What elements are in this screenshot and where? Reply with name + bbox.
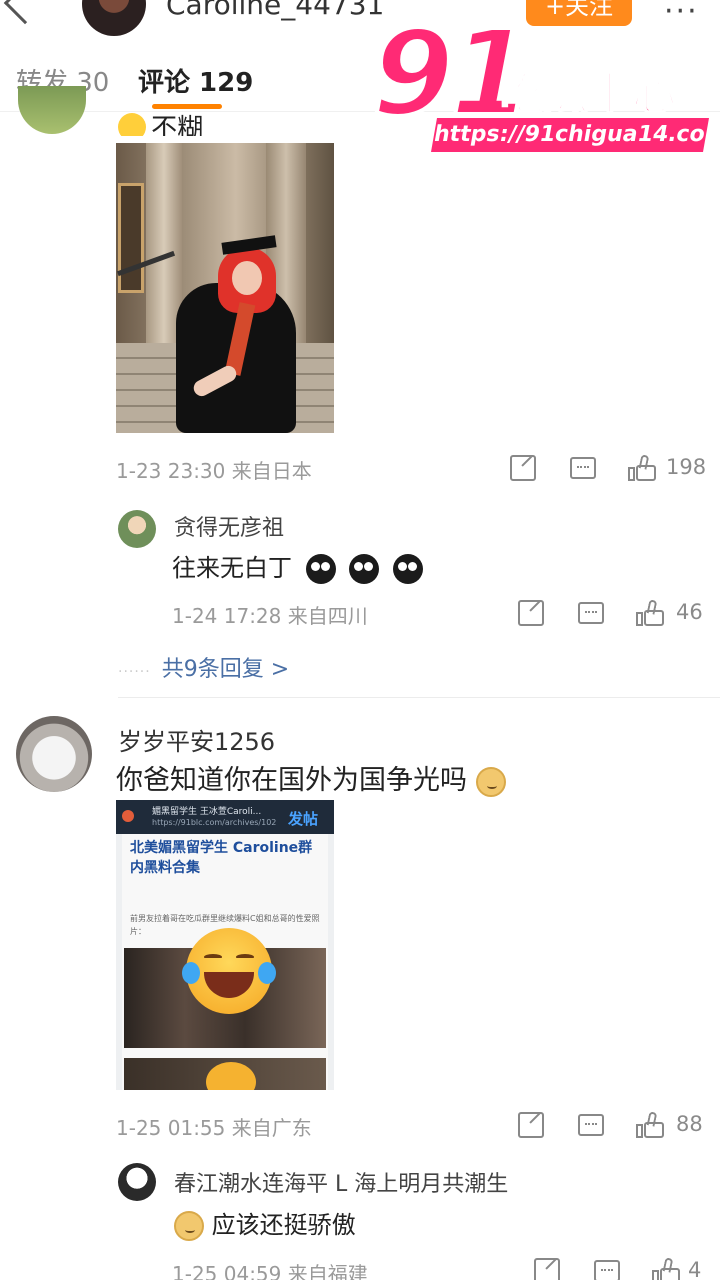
dots-divider-icon: ······ [118, 664, 151, 680]
comment-meta: 1-23 23:30 来自日本 198 [116, 454, 712, 485]
ghost-emoji-icon [305, 554, 336, 584]
comment-icon[interactable] [578, 602, 604, 624]
reply-text: 应该还挺骄傲 [211, 1211, 356, 1239]
like-count: 46 [676, 600, 703, 624]
like-icon[interactable] [636, 1111, 666, 1138]
tab-comments[interactable]: 评论 129 [138, 62, 253, 99]
reply-avatar[interactable] [118, 510, 156, 548]
photo-face [232, 261, 262, 295]
reply-text-row: 往来无白丁 [172, 548, 423, 584]
comment-text: 不糊 [151, 114, 204, 136]
screenshot-title: 北美媚黑留学生 Caroline群内黑料合集 [130, 840, 313, 876]
share-icon[interactable] [534, 1258, 560, 1280]
reply-username[interactable]: 春江潮水连海平 L 海上明月共潮生 [174, 1166, 508, 1198]
doge-emoji-icon [475, 766, 506, 797]
comment-icon[interactable] [578, 1114, 604, 1136]
laughing-emoji-icon [182, 928, 276, 1014]
like-icon[interactable] [636, 599, 666, 626]
ghost-emoji-icon [392, 554, 423, 584]
screenshot-header-url: https://91blc.com/archives/102 [152, 818, 277, 827]
author-username[interactable]: Caroline_44731 [166, 0, 384, 21]
ghost-emoji-icon [349, 554, 380, 584]
screenshot-post-label: 发帖 [288, 810, 319, 828]
watermark-title: 吃瓜中心 [499, 68, 677, 121]
watermark-url: https://91chigua14.com [431, 118, 720, 152]
screenshot-header: 媚黑留学生 王冰萱Caroli... https://91blc.com/arc… [116, 800, 334, 834]
comment-text-row: 不糊 [118, 108, 203, 136]
reply-username[interactable]: 贪得无彦祖 [174, 510, 284, 542]
screenshot-header-title: 媚黑留学生 王冰萱Caroli... [152, 807, 262, 817]
comment-icon[interactable] [570, 457, 596, 479]
reply-time: 1-25 04:59 来自福建 [172, 1262, 368, 1280]
comment-divider [118, 697, 720, 698]
author-avatar[interactable] [82, 0, 146, 36]
comment-text: 你爸知道你在国外为国争光吗 [116, 765, 467, 796]
lock-icon [122, 810, 134, 822]
reply-avatar[interactable] [118, 1163, 156, 1201]
more-replies-link[interactable]: ······ 共9条回复 > [118, 651, 289, 683]
comment-time: 1-23 23:30 来自日本 [116, 459, 312, 483]
share-icon[interactable] [518, 600, 544, 626]
commenter-avatar[interactable] [18, 86, 86, 134]
more-replies-label[interactable]: 共9条回复 > [162, 657, 289, 682]
like-count: 88 [676, 1112, 703, 1136]
like-icon[interactable] [652, 1257, 682, 1280]
like-count: 4 [688, 1258, 702, 1280]
doge-emoji-icon [174, 1211, 204, 1241]
comment-text-row: 你爸知道你在国外为国争光吗 [116, 758, 506, 797]
commenter-username[interactable]: 岁岁平安1256 [118, 722, 275, 757]
reply-meta: 1-25 04:59 来自福建 4 [172, 1257, 712, 1280]
comment-photo[interactable] [116, 143, 334, 433]
comment-meta: 1-25 01:55 来自广东 88 [116, 1111, 712, 1142]
commenter-avatar[interactable] [16, 716, 92, 792]
back-arrow-icon[interactable] [3, 0, 47, 25]
reply-time: 1-24 17:28 来自四川 [172, 604, 368, 628]
share-icon[interactable] [518, 1112, 544, 1138]
reply-text-row: 应该还挺骄傲 [174, 1205, 356, 1241]
like-count: 198 [666, 455, 707, 479]
comment-time: 1-25 01:55 来自广东 [116, 1116, 312, 1140]
reply-text: 往来无白丁 [172, 554, 292, 582]
watermark-logo: 91 吃瓜中心 https://91chigua14.com [370, 2, 720, 152]
share-icon[interactable] [510, 455, 536, 481]
comment-screenshot-image[interactable]: 媚黑留学生 王冰萱Caroli... https://91blc.com/arc… [116, 800, 334, 1090]
comment-icon[interactable] [594, 1260, 620, 1280]
like-icon[interactable] [628, 454, 658, 481]
thumbs-up-emoji-icon [118, 112, 146, 136]
photo-window [118, 183, 144, 293]
reply-meta: 1-24 17:28 来自四川 46 [172, 599, 712, 630]
